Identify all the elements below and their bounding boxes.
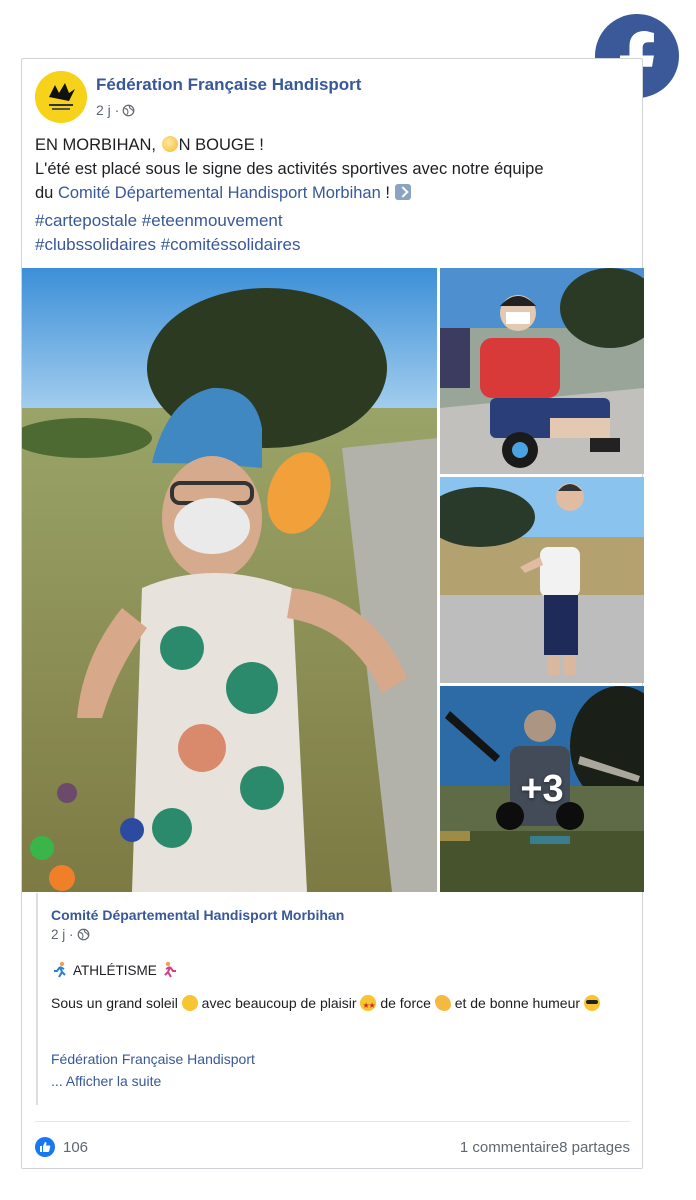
shared-mention-link[interactable]: Fédération Française Handisport xyxy=(51,1051,255,1067)
post-line-1a: EN MORBIHAN, xyxy=(35,136,161,154)
photo-more[interactable]: +3 xyxy=(440,686,644,892)
star-struck-emoji-icon xyxy=(360,995,377,1016)
shared-author-link[interactable]: Comité Départemental Handisport Morbihan xyxy=(51,907,344,923)
post-line-3b: ! xyxy=(380,184,395,202)
more-photos-count[interactable]: +3 xyxy=(440,686,644,892)
shared-title-text: ATHLÉTISME xyxy=(73,962,157,978)
hashtags-line-1[interactable]: #cartepostale #eteenmouvement xyxy=(35,209,301,233)
runner-icon xyxy=(54,961,66,978)
share-count[interactable]: 8 partages xyxy=(559,1139,630,1156)
shared-time[interactable]: 2 j · xyxy=(51,927,74,942)
shared-body-3: de force xyxy=(376,995,435,1011)
see-more-link[interactable]: ... Afficher la suite xyxy=(51,1073,161,1089)
shared-title: ATHLÉTISME xyxy=(51,961,179,979)
post-author-link[interactable]: Fédération Française Handisport xyxy=(96,75,361,95)
runner-icon xyxy=(164,961,176,978)
reactions-bar: 106 1 commentaire 8 partages xyxy=(35,1137,630,1159)
shared-body-2: avec beaucoup de plaisir xyxy=(197,995,361,1011)
like-count[interactable]: 106 xyxy=(63,1139,88,1156)
comment-count[interactable]: 1 commentaire xyxy=(460,1139,559,1156)
like-icon[interactable] xyxy=(35,1137,55,1157)
shared-post: Comité Départemental Handisport Morbihan… xyxy=(36,893,630,1105)
smile-emoji-icon xyxy=(181,995,198,1011)
divider xyxy=(35,1121,630,1122)
globe-icon xyxy=(77,928,89,941)
photo-main[interactable] xyxy=(22,268,437,892)
hashtags-line-2[interactable]: #clubssolidaires #comitéssolidaires xyxy=(35,233,301,257)
muscle-emoji-icon xyxy=(434,995,451,1011)
post-text: EN MORBIHAN, N BOUGE ! L'été est placé s… xyxy=(35,133,635,205)
photo-grid: +3 xyxy=(22,268,644,892)
hashtags: #cartepostale #eteenmouvement #clubssoli… xyxy=(35,209,301,257)
post-line-1b: N BOUGE ! xyxy=(178,136,264,154)
shared-body-4: et de bonne humeur xyxy=(450,995,584,1011)
sunglasses-emoji-icon xyxy=(583,995,600,1011)
photo-wheelchair-1[interactable] xyxy=(440,268,644,474)
post-time[interactable]: 2 j · xyxy=(96,102,119,118)
post-line-3a: du xyxy=(35,184,58,202)
shared-body: Sous un grand soleil avec beaucoup de pl… xyxy=(51,993,611,1016)
photo-thrower[interactable] xyxy=(440,477,644,683)
globe-icon xyxy=(122,104,135,116)
comite-link[interactable]: Comité Départemental Handisport Morbihan xyxy=(58,184,381,202)
arrow-emoji-icon xyxy=(394,184,411,200)
sun-emoji-icon xyxy=(161,136,178,152)
shared-meta: 2 j · xyxy=(51,927,90,942)
post-meta: 2 j · xyxy=(96,102,135,118)
post-line-2: L'été est placé sous le signe des activi… xyxy=(35,160,544,178)
shared-body-1: Sous un grand soleil xyxy=(51,995,182,1011)
page-avatar[interactable] xyxy=(35,71,87,123)
post-card: Fédération Française Handisport 2 j · EN… xyxy=(21,58,644,1169)
